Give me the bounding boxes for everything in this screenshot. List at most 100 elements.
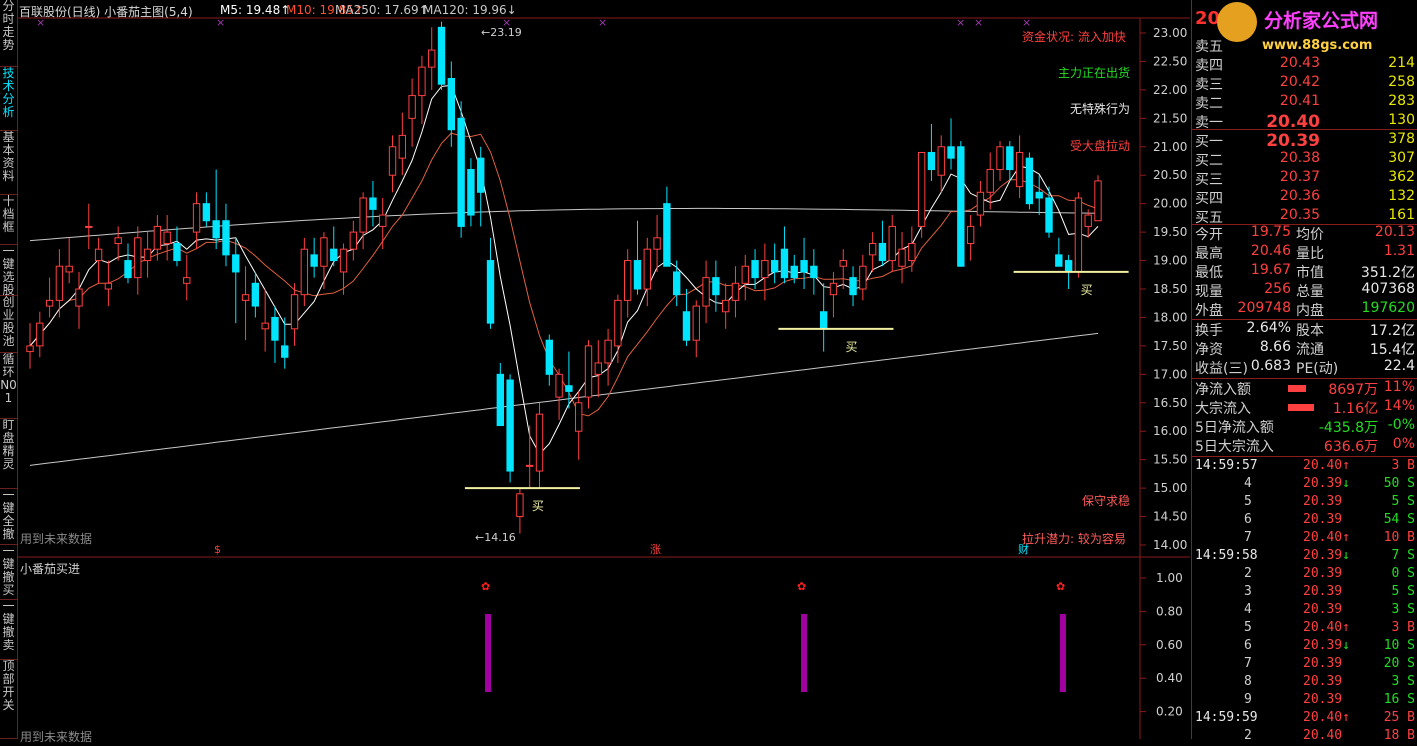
candle-body	[751, 260, 759, 279]
sub-tick-label: 1.00	[1156, 571, 1183, 585]
nav-tab-5[interactable]: 创业股池	[0, 296, 17, 353]
candle-body	[330, 248, 338, 262]
tick-row-15: 2 20.40 18 B	[1244, 728, 1415, 743]
tick-row-2: 5 20.39 5 S	[1244, 494, 1415, 509]
candle-body	[447, 78, 456, 131]
buy-signal-icon: ✿	[481, 580, 490, 593]
candle-body	[712, 277, 720, 296]
tick-row-9: 5 20.40↑ 3 B	[1244, 620, 1415, 635]
price-tick-label: 14.00	[1153, 538, 1187, 552]
price-tick-label: 22.00	[1153, 83, 1187, 97]
flow-row-3: 5日大宗流入 636.6万 0%	[1195, 436, 1415, 455]
candle-body	[516, 493, 524, 518]
kline-svg[interactable]: 23.00 22.50 22.00 21.50 21.00 20.50 20.00 19.50…	[18, 0, 1190, 739]
candle-body	[398, 134, 407, 159]
nav-tab-8[interactable]: 一键全撤	[0, 489, 17, 545]
candle-body	[692, 305, 700, 341]
future-data-note: 用到未来数据	[20, 532, 93, 546]
quote-panel: 20 分析家公式网 www.88gs.com 卖五 卖四 20.43 214 卖三 20.42 2…	[1191, 0, 1417, 743]
bid-row-1: 买二 20.38 307	[1195, 150, 1415, 169]
candle-body	[555, 373, 563, 398]
buy-signal-icon: ✿	[797, 580, 806, 593]
nav-tab-1[interactable]: 技术分析	[0, 67, 17, 131]
candle-body	[1045, 197, 1053, 233]
ma5-readout: M5: 19.48↑	[220, 3, 291, 17]
nav-tab-0[interactable]: 分时走势	[0, 0, 17, 67]
nav-tab-7[interactable]: 盯盘精灵	[0, 419, 17, 489]
price-tick-label: 20.50	[1153, 168, 1187, 182]
candle-body	[65, 265, 73, 273]
candle-body	[810, 265, 818, 279]
candle-body	[604, 339, 612, 364]
flow-row-2: 5日净流入额 -435.8万 -0%	[1195, 417, 1415, 436]
tick-row-8: 4 20.39 3 S	[1244, 602, 1415, 617]
candle-body	[143, 248, 152, 262]
candle-body	[829, 282, 838, 296]
price-tick-label: 18.50	[1153, 282, 1187, 296]
candle-body	[878, 242, 887, 262]
candle-body	[300, 248, 309, 296]
candle-body	[761, 260, 769, 279]
sub-tick-label: 0.40	[1156, 671, 1183, 685]
low-price-label: ←14.16	[475, 531, 516, 544]
price-tick-label: 19.50	[1153, 225, 1187, 239]
candle-body	[437, 26, 446, 85]
candle-body	[996, 146, 1004, 171]
nav-tab-11[interactable]: 顶部开关	[0, 660, 17, 739]
bid-row-0: 买一 20.39 378	[1195, 131, 1415, 151]
chart-area[interactable]: 23.00 22.50 22.00 21.50 21.00 20.50 20.00 19.50…	[18, 0, 1190, 744]
special-behavior: 无特殊行为	[1070, 102, 1131, 116]
nav-tab-6[interactable]: 循环N01	[0, 353, 17, 419]
candle-body	[359, 197, 367, 233]
candle-body	[153, 225, 162, 250]
stat-row-1: 最高 20.46 量比 1.31	[1195, 243, 1415, 262]
candle-body	[192, 203, 201, 233]
tick-row-5: 14:59:58 20.39↓ 7 S	[1195, 548, 1415, 563]
candle-body	[731, 282, 740, 301]
nav-tab-9[interactable]: 一键撤买	[0, 545, 17, 600]
candle-body	[75, 288, 83, 307]
candle-body	[55, 265, 64, 301]
sub-chart-title: 小番茄买进	[20, 562, 81, 576]
candle-body	[594, 362, 602, 375]
candle-body	[232, 254, 240, 273]
candle-body	[908, 242, 916, 262]
candle-body	[45, 299, 54, 307]
candle-body	[721, 299, 730, 313]
candle-body	[614, 299, 622, 347]
candle-body	[1064, 260, 1073, 273]
nav-tab-10[interactable]: 一键撤卖	[0, 600, 17, 660]
candle-body	[663, 203, 671, 267]
candle-body	[457, 117, 465, 227]
candle-body	[790, 265, 798, 279]
candle-body	[898, 248, 906, 267]
top-marker: ×	[956, 16, 965, 29]
nav-tab-3[interactable]: 十档框	[0, 195, 17, 245]
candle-body	[1025, 157, 1034, 205]
stat-row-3: 现量 256 总量 407368	[1195, 281, 1415, 300]
ma250-readout: MA250: 17.69↑	[335, 3, 429, 17]
candle-body	[428, 49, 436, 68]
candle-body	[477, 157, 485, 193]
candle-body	[134, 237, 142, 279]
top-marker: ×	[974, 16, 983, 29]
candle-body	[819, 311, 828, 330]
nav-tab-4[interactable]: 一键选股	[0, 245, 17, 296]
candle-body	[839, 260, 847, 267]
stat2-row-0: 换手 2.64% 股本 17.2亿	[1195, 320, 1415, 339]
stat-row-4: 外盘 209748 内盘 197620	[1195, 300, 1415, 319]
candle-body	[281, 345, 289, 358]
candle-body	[310, 254, 318, 267]
buy-signal-icon: ✿	[1056, 580, 1065, 593]
candle-body	[976, 191, 985, 216]
candle-body	[966, 225, 975, 244]
candle-body	[104, 282, 113, 290]
candle-body	[937, 146, 945, 176]
candle-body	[506, 379, 514, 472]
nav-tab-2[interactable]: 基本资料	[0, 131, 17, 195]
candle-body	[575, 402, 583, 432]
candle-body	[241, 294, 250, 301]
candle-body	[741, 265, 749, 284]
tick-row-3: 6 20.39 54 S	[1244, 512, 1415, 527]
candle-body	[94, 248, 103, 262]
